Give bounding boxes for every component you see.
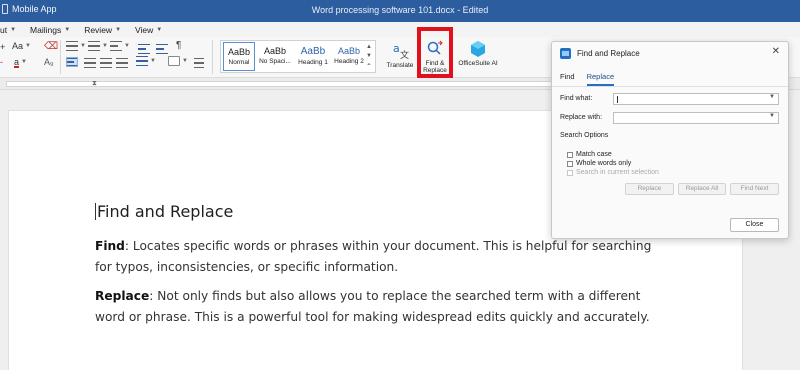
current-selection-checkbox: Search in current selection bbox=[567, 169, 659, 176]
borders-icon bbox=[168, 56, 180, 66]
align-left-icon[interactable] bbox=[66, 57, 78, 67]
checkbox-icon bbox=[567, 169, 573, 176]
paragraph-find[interactable]: Find: Locates specific words or phrases … bbox=[95, 236, 655, 278]
replace-all-button[interactable]: Replace All bbox=[678, 183, 726, 195]
align-right-icon[interactable] bbox=[100, 58, 112, 68]
text-cursor bbox=[617, 96, 618, 103]
app-window-icon bbox=[560, 48, 571, 59]
chevron-down-icon[interactable]: ▼ bbox=[769, 94, 775, 100]
font-color-button[interactable]: a ▼ bbox=[14, 57, 27, 67]
paragraph-text: : Locates specific words or phrases with… bbox=[95, 239, 652, 274]
justify-icon[interactable] bbox=[116, 58, 128, 68]
bullets-button[interactable]: ▼ bbox=[66, 41, 86, 51]
menu-bar: ut ▼ Mailings ▼ Review ▼ View ▼ bbox=[0, 22, 800, 37]
pilcrow-icon[interactable]: ¶ bbox=[176, 40, 181, 51]
style-no-spacing[interactable]: AaBb No Spaci... bbox=[257, 42, 293, 71]
find-next-button[interactable]: Find Next bbox=[730, 183, 779, 195]
find-what-label: Find what: bbox=[560, 95, 593, 102]
officesuite-ai-button[interactable]: OfficeSuite AI bbox=[458, 40, 498, 67]
translate-button[interactable]: a 文 Translate bbox=[386, 40, 414, 69]
chevron-down-icon: ▼ bbox=[10, 26, 17, 33]
line-spacing-icon bbox=[136, 56, 148, 66]
divider bbox=[552, 86, 788, 87]
styles-gallery: AaBb Normal AaBb No Spaci... AaBb Headin… bbox=[220, 40, 376, 73]
svg-text:文: 文 bbox=[400, 49, 409, 60]
checkbox-icon bbox=[567, 160, 573, 167]
menu-item-mailings[interactable]: Mailings ▼ bbox=[30, 25, 70, 35]
font-size-button[interactable]: Aa ▼ bbox=[12, 41, 31, 51]
svg-text:a: a bbox=[393, 42, 400, 55]
close-icon[interactable]: ✕ bbox=[772, 46, 780, 57]
clear-format-icon[interactable]: ⌫ bbox=[44, 41, 58, 52]
multilevel-button[interactable]: ▼ bbox=[110, 41, 130, 51]
numbering-icon bbox=[88, 41, 100, 51]
tab-replace[interactable]: Replace bbox=[586, 72, 615, 86]
style-heading-1[interactable]: AaBb Heading 1 bbox=[295, 42, 331, 71]
chevron-down-icon: ▼ bbox=[21, 59, 27, 65]
borders-button[interactable]: ▼ bbox=[168, 56, 188, 66]
chevron-down-icon: ▼ bbox=[182, 58, 188, 64]
gallery-scroll[interactable]: ▲ ▼ ⩡ bbox=[365, 43, 373, 71]
replace-with-field[interactable]: ▼ bbox=[613, 112, 779, 124]
chevron-up-icon[interactable]: ▲ bbox=[365, 43, 373, 52]
numbering-button[interactable]: ▼ bbox=[88, 41, 108, 51]
text-cursor bbox=[95, 203, 96, 220]
document-title: Word processing software 101.docx - Edit… bbox=[311, 5, 489, 15]
paragraph-replace[interactable]: Replace: Not only finds but also allows … bbox=[95, 286, 655, 328]
dialog-tabs: Find Replace bbox=[560, 72, 615, 86]
style-normal[interactable]: AaBb Normal bbox=[223, 42, 255, 71]
chevron-down-icon: ▼ bbox=[25, 43, 31, 49]
find-what-field[interactable]: ▼ bbox=[613, 93, 779, 105]
match-case-checkbox[interactable]: Match case bbox=[567, 151, 612, 158]
tab-find[interactable]: Find bbox=[560, 72, 575, 86]
term-find: Find bbox=[95, 239, 125, 253]
dialog-title-bar: Find and Replace bbox=[560, 48, 640, 59]
chevron-down-icon: ▼ bbox=[102, 43, 108, 49]
chevron-down-icon: ▼ bbox=[80, 43, 86, 49]
highlight-button[interactable]: - bbox=[0, 57, 3, 67]
multilevel-icon bbox=[110, 41, 122, 51]
term-replace: Replace bbox=[95, 289, 150, 303]
chevron-down-icon: ▼ bbox=[150, 58, 156, 64]
expand-gallery-icon[interactable]: ⩡ bbox=[365, 61, 373, 70]
style-heading-2[interactable]: AaBb Heading 2 bbox=[331, 42, 367, 71]
title-bar: Mobile App Word processing software 101.… bbox=[0, 0, 800, 22]
indent-marker-icon[interactable]: ⧗ bbox=[92, 80, 97, 88]
chevron-down-icon: ▼ bbox=[124, 43, 130, 49]
chevron-down-icon[interactable]: ▼ bbox=[365, 52, 373, 61]
menu-item-layout[interactable]: ut ▼ bbox=[0, 25, 16, 35]
translate-icon: a 文 bbox=[393, 42, 409, 61]
paragraph-text: : Not only finds but also allows you to … bbox=[95, 289, 650, 324]
chevron-down-icon: ▼ bbox=[115, 26, 122, 33]
highlight-box bbox=[417, 27, 453, 78]
increase-font-button[interactable]: + bbox=[0, 42, 5, 52]
decrease-indent-icon[interactable] bbox=[138, 44, 150, 54]
menu-item-view[interactable]: View ▼ bbox=[135, 25, 162, 35]
checkbox-icon bbox=[567, 151, 573, 158]
bullets-icon bbox=[66, 41, 78, 51]
shading-icon[interactable] bbox=[194, 58, 204, 68]
replace-with-label: Replace with: bbox=[560, 114, 603, 121]
menu-item-review[interactable]: Review ▼ bbox=[84, 25, 121, 35]
dialog-title: Find and Replace bbox=[577, 49, 640, 58]
replace-button[interactable]: Replace bbox=[625, 183, 674, 195]
chevron-down-icon[interactable]: ▼ bbox=[769, 113, 775, 119]
search-options-label: Search Options bbox=[560, 132, 609, 139]
separator bbox=[60, 40, 61, 74]
doc-heading[interactable]: Find and Replace bbox=[95, 202, 233, 221]
align-center-icon[interactable] bbox=[84, 58, 96, 68]
ruler-strip bbox=[6, 81, 554, 87]
text-effects-icon[interactable]: A₉ bbox=[44, 57, 54, 67]
line-spacing-button[interactable]: ▼ bbox=[136, 56, 156, 66]
close-button[interactable]: Close bbox=[730, 218, 779, 232]
find-replace-dialog: Find and Replace ✕ Find Replace Find wha… bbox=[551, 41, 789, 239]
ai-hexagon-icon bbox=[471, 41, 485, 57]
separator bbox=[212, 40, 213, 74]
whole-words-checkbox[interactable]: Whole words only bbox=[567, 160, 631, 167]
chevron-down-icon: ▼ bbox=[156, 26, 163, 33]
chevron-down-icon: ▼ bbox=[64, 26, 71, 33]
increase-indent-icon[interactable] bbox=[156, 44, 168, 54]
